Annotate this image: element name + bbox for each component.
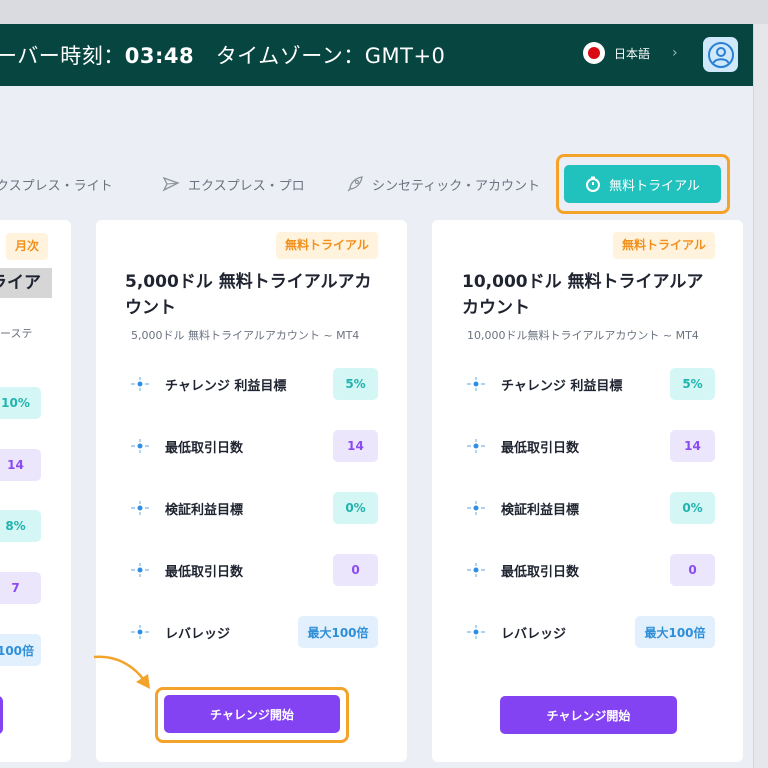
value-pill: 0% xyxy=(333,492,378,524)
tab-express-lite[interactable]: クスプレス・ライト xyxy=(0,169,113,199)
top-header: ーバー時刻：03:48 タイムゾーン：GMT+0 日本語 › xyxy=(0,24,753,86)
sparkle-icon xyxy=(131,625,149,639)
start-button-highlight xyxy=(155,687,349,743)
value-pill: 0% xyxy=(670,492,715,524)
window-top-strip xyxy=(0,0,768,24)
value-pill: 7 xyxy=(0,572,41,604)
value-pill: 100倍 xyxy=(0,634,41,666)
sparkle-icon xyxy=(131,377,149,391)
value-pill: 14 xyxy=(333,430,378,462)
plan-badge: 月次 xyxy=(6,233,49,260)
sparkle-icon xyxy=(467,501,485,515)
rocket-icon xyxy=(347,176,363,192)
user-icon xyxy=(707,41,734,68)
sparkle-icon xyxy=(467,625,485,639)
chevron-right-icon: › xyxy=(672,45,678,61)
japan-flag-icon xyxy=(583,42,605,64)
stopwatch-icon xyxy=(586,176,601,192)
tab-free-trial[interactable]: 無料トライアル xyxy=(564,165,721,203)
server-time-display: ーバー時刻：03:48 タイムゾーン：GMT+0 xyxy=(0,44,446,68)
start-challenge-button[interactable]: チャレンジ開始 xyxy=(500,696,677,734)
value-pill: 5% xyxy=(333,368,378,400)
sparkle-icon xyxy=(467,439,485,453)
row-label: レバレッジ xyxy=(165,627,231,642)
sparkle-icon xyxy=(467,563,485,577)
value-pill: 最大100倍 xyxy=(635,616,715,648)
row-label: 最低取引日数 xyxy=(501,565,580,580)
language-label: 日本語 xyxy=(614,46,651,61)
value-pill: 10% xyxy=(0,387,41,419)
tab-express-pro[interactable]: エクスプレス・プロ xyxy=(162,169,305,199)
plan-title: 10,000ドル 無料トライアルアカウント xyxy=(462,272,704,318)
pointer-arrow-icon xyxy=(93,655,150,689)
value-pill: 14 xyxy=(670,430,715,462)
timezone-value: GMT+0 xyxy=(364,44,446,68)
language-selector[interactable]: 日本語 › xyxy=(583,42,678,64)
row-label: 検証利益目標 xyxy=(165,503,244,518)
vertical-scrollbar[interactable] xyxy=(753,24,768,768)
plan-card-monthly: 月次 ライア ーステ 10% 14 8% 7 100倍 xyxy=(0,220,71,762)
row-label: チャレンジ 利益目標 xyxy=(501,379,623,394)
value-pill: 14 xyxy=(0,449,41,481)
plan-badge: 無料トライアル xyxy=(613,232,715,259)
sparkle-icon xyxy=(131,563,149,577)
value-pill: 最大100倍 xyxy=(298,616,378,648)
row-label: チャレンジ 利益目標 xyxy=(165,379,287,394)
sparkle-icon xyxy=(131,501,149,515)
plan-title: ライア xyxy=(0,268,52,298)
plan-card-10000: 無料トライアル 10,000ドル 無料トライアルアカウント 10,000ドル無料… xyxy=(432,220,743,762)
plan-title: 5,000ドル 無料トライアルアカウント xyxy=(125,272,372,318)
paper-plane-icon xyxy=(162,176,180,192)
user-avatar-button[interactable] xyxy=(703,37,738,72)
plan-badge: 無料トライアル xyxy=(276,232,378,259)
value-pill: 5% xyxy=(670,368,715,400)
server-time: 03:48 xyxy=(124,44,195,68)
value-pill: 0 xyxy=(333,554,378,586)
row-label: 検証利益目標 xyxy=(501,503,580,518)
plan-subtitle: 10,000ドル無料トライアルアカウント ~ MT4 xyxy=(467,329,699,342)
row-label: レバレッジ xyxy=(501,627,567,642)
tab-synthetic-account[interactable]: シンセティック・アカウント xyxy=(346,169,540,199)
plan-subtitle: 5,000ドル 無料トライアルアカウント ~ MT4 xyxy=(131,329,360,342)
plan-subtitle: ーステ xyxy=(0,327,33,340)
start-challenge-button[interactable] xyxy=(0,696,3,734)
value-pill: 0 xyxy=(670,554,715,586)
value-pill: 8% xyxy=(0,510,41,542)
row-label: 最低取引日数 xyxy=(165,565,244,580)
sparkle-icon xyxy=(467,377,485,391)
row-label: 最低取引日数 xyxy=(501,441,580,456)
sparkle-icon xyxy=(131,439,149,453)
row-label: 最低取引日数 xyxy=(165,441,244,456)
